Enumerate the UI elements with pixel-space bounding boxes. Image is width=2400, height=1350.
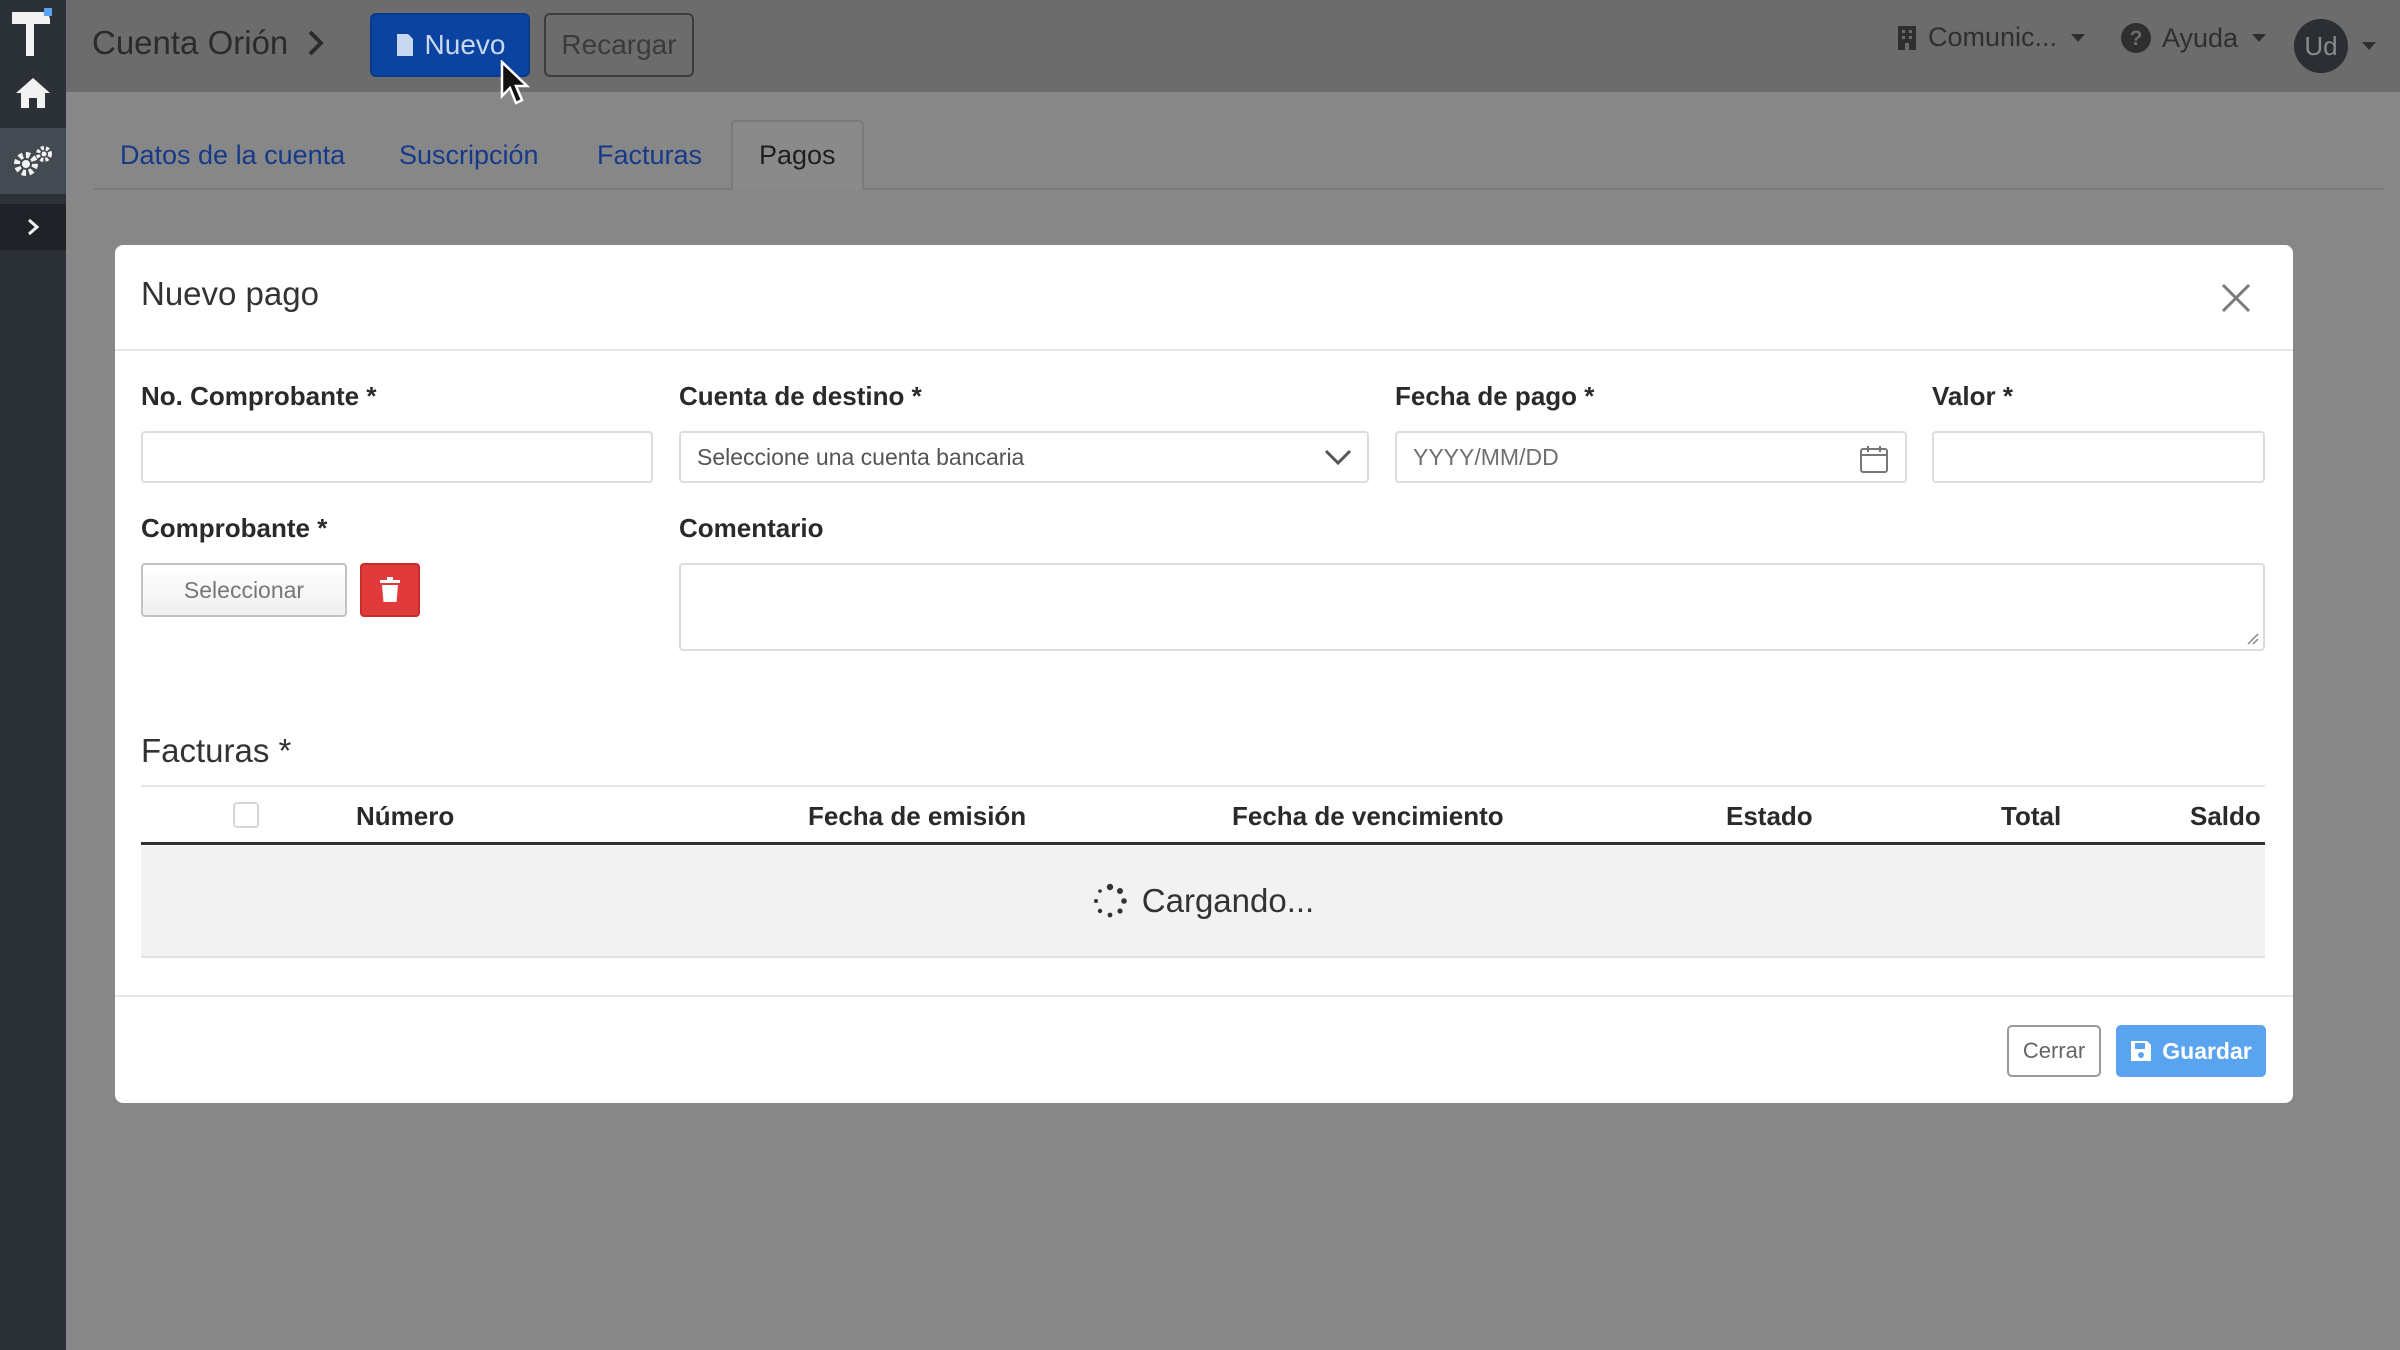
new-button-label: Nuevo [424,29,506,60]
required-mark: * [278,732,292,769]
destination-account-select[interactable]: Seleccione una cuenta bancaria [679,431,1369,483]
receipt-label: Comprobante * [141,513,328,543]
document-icon [396,34,413,56]
invoices-table-body: Cargando... [141,846,2265,958]
select-file-button[interactable]: Seleccionar [141,563,347,617]
close-modal-label: Cerrar [2022,1038,2086,1063]
spinner-icon [1093,883,1127,918]
sidebar-home[interactable] [0,60,66,126]
destination-account-label: Cuenta de destino * [679,381,922,411]
amount-label: Valor * [1932,381,2013,411]
chevron-down-icon [1324,449,1352,466]
receipt-number-label: No. Comprobante * [141,381,377,411]
modal-footer: Cerrar Guardar [115,995,2293,1103]
invoices-title: Facturas [141,732,270,769]
save-label: Guardar [2162,1037,2252,1064]
loading-text: Cargando... [1141,882,1315,919]
tab-label: Pagos [759,139,836,170]
column-number[interactable]: Número [356,801,454,832]
close-icon [2221,283,2251,313]
help-icon: ? [2121,23,2151,53]
loading-indicator: Cargando... [141,846,2265,956]
top-bar: Cuenta Orión Nuevo Recargar Comunic... ?… [66,0,2400,92]
close-modal-button[interactable]: Cerrar [2007,1025,2101,1077]
delete-file-button[interactable] [360,563,420,617]
caret-down-icon [2071,33,2086,42]
home-icon [16,78,50,108]
comment-label: Comentario [679,513,824,543]
user-initials: Ud [2304,30,2338,61]
destination-account-placeholder: Seleccione una cuenta bancaria [697,443,1025,470]
logo-icon[interactable] [8,6,58,58]
trash-icon [380,577,400,602]
receipt-number-input[interactable] [141,431,653,483]
tab-invoices[interactable]: Facturas [597,120,702,190]
caret-down-icon [2252,34,2267,42]
column-issue-date[interactable]: Fecha de emisión [808,801,1026,832]
mouse-cursor-icon [500,60,530,105]
select-file-label: Seleccionar [183,576,305,603]
save-button[interactable]: Guardar [2116,1025,2266,1077]
sidebar-expand-button[interactable] [0,204,66,250]
help-menu-label: Ayuda [2162,22,2239,53]
chevron-right-icon [308,30,325,56]
settings-icon [14,146,52,176]
column-status[interactable]: Estado [1726,801,1813,832]
company-menu-label: Comunic... [1928,22,2058,52]
building-icon [1898,25,1916,50]
comment-textarea[interactable] [679,563,2265,651]
tab-account-data[interactable]: Datos de la cuenta [120,120,345,190]
tab-label: Datos de la cuenta [120,139,346,170]
help-menu[interactable]: ? Ayuda [2120,22,2267,54]
tab-label: Facturas [597,139,703,170]
new-payment-modal: Nuevo pago No. Comprobante * Cuenta de d… [115,245,2293,1103]
column-total[interactable]: Total [2001,801,2061,832]
column-balance[interactable]: Saldo [2190,801,2261,832]
sidebar [0,0,66,1350]
avatar: Ud [2294,19,2348,73]
payment-date-placeholder: YYYY/MM/DD [1413,443,1559,470]
caret-down-icon [2362,42,2376,50]
company-menu[interactable]: Comunic... [1896,22,2086,53]
modal-title: Nuevo pago [141,275,319,312]
tab-subscription[interactable]: Suscripción [399,120,539,190]
breadcrumb: Cuenta Orión [92,24,326,62]
account-tabs: Datos de la cuenta Suscripción Facturas … [94,120,2384,190]
reload-button-label: Recargar [561,29,677,60]
sidebar-settings[interactable] [0,128,66,194]
tab-payments[interactable]: Pagos [731,120,864,190]
invoices-section-title: Facturas * [141,732,291,770]
svg-text:?: ? [2130,27,2143,50]
select-all-checkbox[interactable] [233,802,259,828]
user-menu[interactable]: Ud [2294,19,2376,73]
reload-button[interactable]: Recargar [544,13,694,77]
account-name[interactable]: Cuenta Orión [92,24,288,62]
tab-label: Suscripción [399,139,539,170]
modal-header: Nuevo pago [115,245,2293,351]
column-due-date[interactable]: Fecha de vencimiento [1232,801,1504,832]
save-icon [2131,1041,2152,1061]
payment-date-label: Fecha de pago * [1395,381,1595,411]
amount-input[interactable] [1932,431,2265,483]
chevron-right-icon [28,218,40,236]
close-button[interactable] [2219,281,2253,315]
resize-handle-icon[interactable] [2245,631,2259,645]
calendar-icon[interactable] [1859,444,1889,474]
invoices-table-header: Número Fecha de emisión Fecha de vencimi… [141,787,2265,845]
payment-date-input[interactable]: YYYY/MM/DD [1395,431,1907,483]
